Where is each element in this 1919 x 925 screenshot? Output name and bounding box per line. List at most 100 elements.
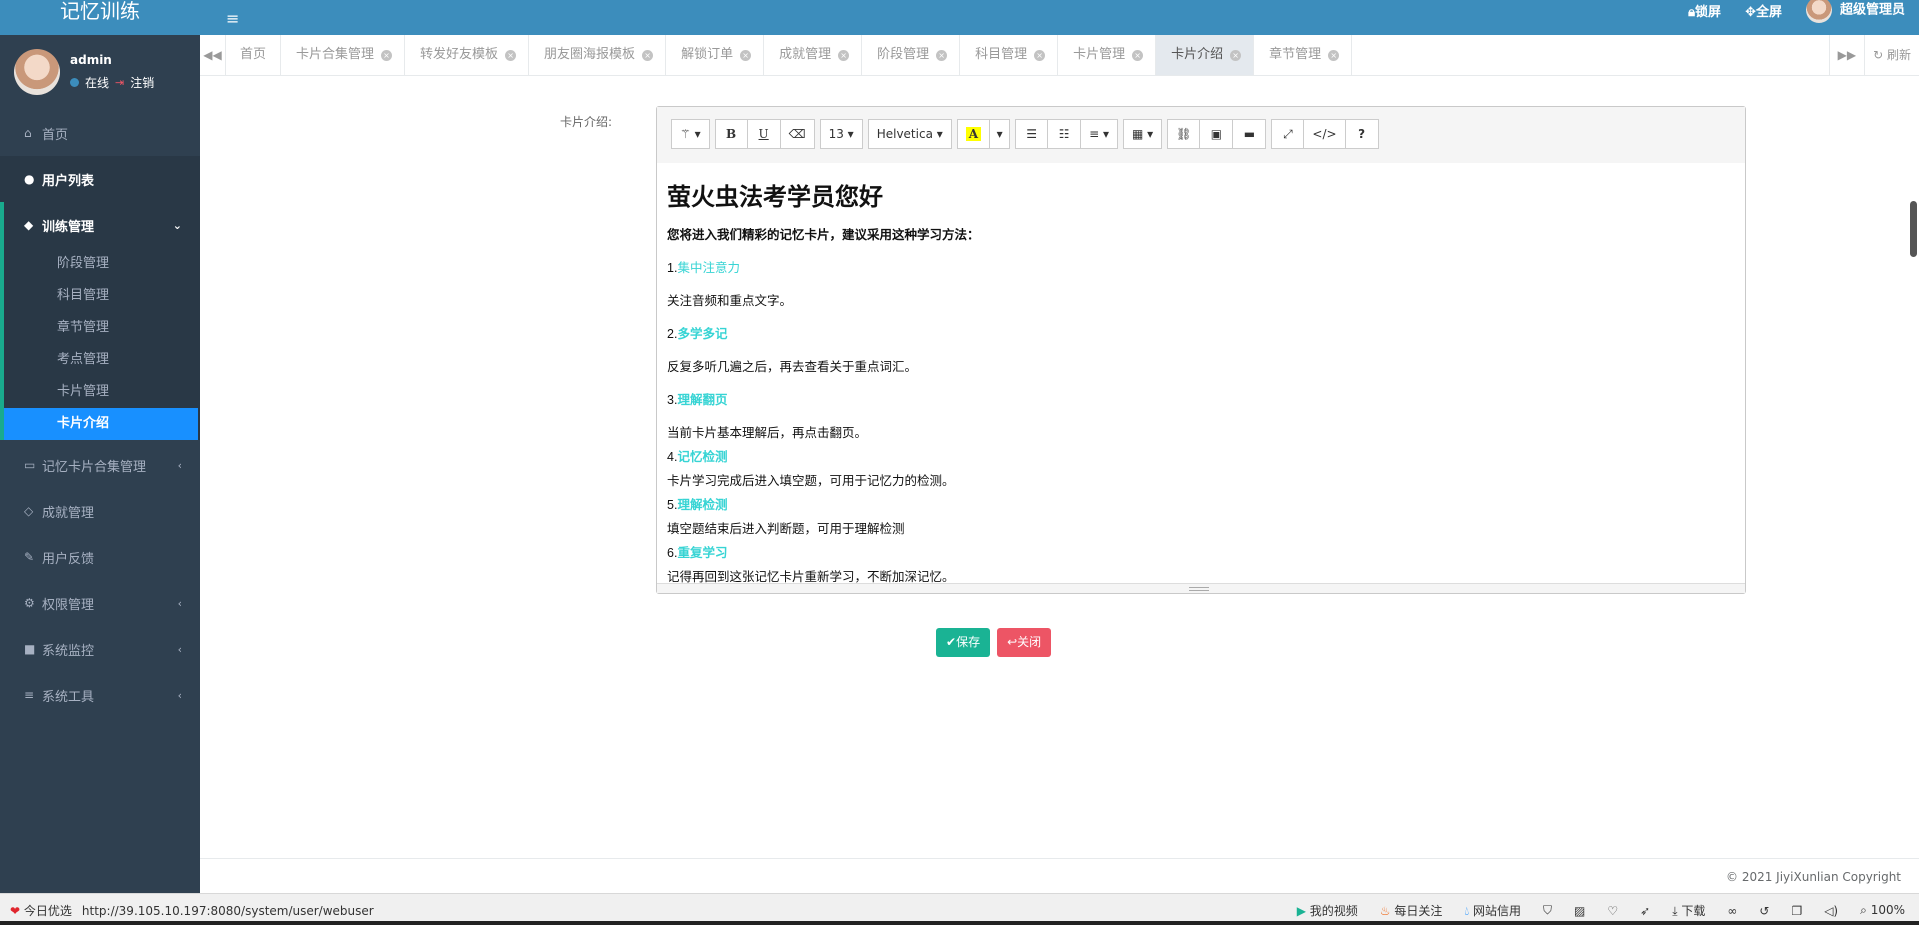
image-icon[interactable]: ▨: [1574, 904, 1585, 918]
sidebar-item-monitor[interactable]: ■ 系统监控 ‹: [0, 626, 200, 672]
site-credit-button[interactable]: 💧︎ 网站信用: [1464, 902, 1521, 919]
shield-icon[interactable]: ⛉: [1543, 903, 1552, 918]
gear-icon: ⚙: [24, 596, 35, 610]
sidebar-sub-subject[interactable]: 科目管理: [4, 280, 200, 312]
page-scrollbar[interactable]: [1910, 201, 1917, 257]
tab-card[interactable]: 卡片管理 ×: [1058, 35, 1157, 75]
user-name: admin: [70, 53, 112, 67]
health-icon[interactable]: ♡: [1607, 904, 1618, 918]
close-icon[interactable]: ×: [642, 49, 654, 61]
tab-scroll-left-icon[interactable]: ◀◀: [200, 35, 226, 75]
close-icon[interactable]: ×: [936, 49, 948, 61]
tab-share-template[interactable]: 转发好友模板 ×: [405, 35, 530, 75]
glasses-icon[interactable]: ∞: [1727, 904, 1737, 918]
tab-subject[interactable]: 科目管理 ×: [960, 35, 1059, 75]
editor-resize-bar[interactable]: [657, 583, 1745, 593]
bold-button[interactable]: B: [714, 119, 748, 149]
sidebar-item-card-collection[interactable]: ▭ 记忆卡片合集管理 ‹: [0, 442, 200, 488]
rocket-icon[interactable]: ➶: [1640, 904, 1650, 918]
underline-button[interactable]: U: [747, 119, 781, 149]
sidebar-item-home[interactable]: ⌂ 首页: [0, 110, 200, 156]
logout-link[interactable]: 注销: [130, 74, 154, 91]
main-content: 卡片介绍: ⚚ ▾ B U ⌫ 13 ▾ Helvetica ▾ A ▾ ☰ ☷: [200, 76, 1919, 858]
refresh-icon[interactable]: ↺: [1759, 904, 1769, 918]
paragraph-align-dropdown[interactable]: ≡ ▾: [1081, 119, 1118, 149]
step-number: 5.: [667, 498, 678, 512]
tab-stage[interactable]: 阶段管理 ×: [862, 35, 961, 75]
save-label: 保存: [956, 635, 981, 649]
table-dropdown[interactable]: ▦ ▾: [1122, 119, 1163, 149]
close-icon[interactable]: ×: [1132, 49, 1144, 61]
sidebar-sub-chapter[interactable]: 章节管理: [4, 312, 200, 344]
unordered-list-button[interactable]: ☰: [1015, 119, 1049, 149]
picture-button[interactable]: ▣: [1200, 119, 1234, 149]
video-button[interactable]: ▬: [1233, 119, 1267, 149]
sidebar-item-training[interactable]: ◆ 训练管理 ⌄: [0, 202, 200, 248]
tab-home[interactable]: 首页: [226, 35, 282, 75]
save-button[interactable]: ✔保存: [936, 628, 991, 657]
close-icon[interactable]: ×: [1034, 49, 1046, 61]
volume-icon[interactable]: ◁): [1824, 904, 1838, 918]
my-video-button[interactable]: ▶ 我的视频: [1297, 902, 1358, 919]
sidebar-sub-card[interactable]: 卡片管理: [4, 376, 200, 408]
avatar[interactable]: [14, 49, 60, 95]
tab-achievement[interactable]: 成就管理 ×: [764, 35, 863, 75]
tab-card-collection[interactable]: 卡片合集管理 ×: [281, 35, 406, 75]
download-button[interactable]: ⤓ 下载: [1672, 902, 1705, 919]
card-icon: ▭: [24, 458, 36, 472]
close-icon[interactable]: ×: [740, 49, 752, 61]
refresh-button[interactable]: ↻ 刷新: [1864, 35, 1919, 75]
brand-logo: 记忆训练: [0, 0, 200, 35]
sidebar-item-permission[interactable]: ⚙ 权限管理 ‹: [0, 580, 200, 626]
sidebar-item-label: 权限管理: [42, 597, 95, 613]
tab-chapter[interactable]: 章节管理 ×: [1254, 35, 1353, 75]
window-icon[interactable]: ❐: [1791, 904, 1802, 918]
daily-follow-button[interactable]: ♨ 每日关注: [1380, 902, 1443, 919]
close-icon[interactable]: ×: [1230, 49, 1242, 61]
tab-scroll-right-icon[interactable]: ▶▶: [1828, 35, 1864, 75]
sidebar-item-tools[interactable]: ≡ 系统工具 ‹: [0, 672, 200, 718]
zoom-control[interactable]: ⌕ 100%: [1860, 903, 1905, 918]
menu-toggle-icon[interactable]: ≡: [226, 9, 239, 28]
lock-icon: 🔒︎: [1688, 4, 1696, 20]
style-wand-button[interactable]: ⚚ ▾: [671, 119, 710, 149]
highlight-color-button[interactable]: A: [956, 119, 991, 149]
close-icon[interactable]: ×: [505, 49, 517, 61]
fullscreen-editor-button[interactable]: ⤢: [1271, 119, 1305, 149]
lock-screen-button[interactable]: 🔒︎锁屏: [1688, 1, 1721, 20]
step-2-text: 反复多听几遍之后，再去查看关于重点词汇。: [667, 360, 918, 374]
today-picks[interactable]: ❤ 今日优选: [10, 902, 72, 919]
chevron-left-icon: ‹: [177, 596, 182, 610]
logout-icon[interactable]: ⇥: [115, 76, 124, 89]
sidebar-item-label: 成就管理: [42, 505, 95, 521]
fire-icon: ♨: [1379, 904, 1391, 918]
font-name-dropdown[interactable]: Helvetica ▾: [867, 119, 952, 149]
editor-content[interactable]: 萤火虫法考学员您好 您将进入我们精彩的记忆卡片，建议采用这种学习方法： 1.集中…: [657, 163, 1745, 585]
ordered-list-button[interactable]: ☷: [1048, 119, 1082, 149]
sidebar-sub-card-intro[interactable]: 卡片介绍: [4, 408, 198, 440]
sidebar-item-feedback[interactable]: ✎ 用户反馈: [0, 534, 200, 580]
close-icon[interactable]: ×: [838, 49, 850, 61]
close-button[interactable]: ↩关闭: [997, 628, 1052, 657]
tab-bar: ◀◀ 首页 卡片合集管理 × 转发好友模板 × 朋友圈海报模板 × 解锁订单 × 成就管…: [200, 35, 1919, 76]
admin-menu[interactable]: 超级管理员: [1805, 0, 1905, 23]
sidebar-item-users[interactable]: ● 用户列表: [0, 156, 200, 202]
sidebar-sub-exam-point[interactable]: 考点管理: [4, 344, 200, 376]
sidebar-sub-stage[interactable]: 阶段管理: [4, 248, 200, 280]
help-button[interactable]: ?: [1345, 119, 1379, 149]
clear-format-button[interactable]: ⌫: [780, 119, 815, 149]
tab-card-intro[interactable]: 卡片介绍 ×: [1156, 35, 1255, 75]
close-icon[interactable]: ×: [1328, 49, 1340, 61]
color-dropdown[interactable]: ▾: [990, 119, 1011, 149]
tab-unlock-orders[interactable]: 解锁订单 ×: [666, 35, 765, 75]
link-button[interactable]: ⛓: [1167, 119, 1201, 149]
code-view-button[interactable]: </>: [1304, 119, 1346, 149]
sidebar-item-achievement[interactable]: ◇ 成就管理: [0, 488, 200, 534]
cube-icon: ◆: [24, 218, 34, 232]
tab-poster-template[interactable]: 朋友圈海报模板 ×: [529, 35, 667, 75]
font-size-dropdown[interactable]: 13 ▾: [819, 119, 863, 149]
resize-grip-icon[interactable]: [1189, 587, 1209, 591]
fullscreen-button[interactable]: ✥全屏: [1745, 1, 1782, 20]
fullscreen-label: 全屏: [1755, 4, 1782, 20]
close-icon[interactable]: ×: [381, 49, 393, 61]
